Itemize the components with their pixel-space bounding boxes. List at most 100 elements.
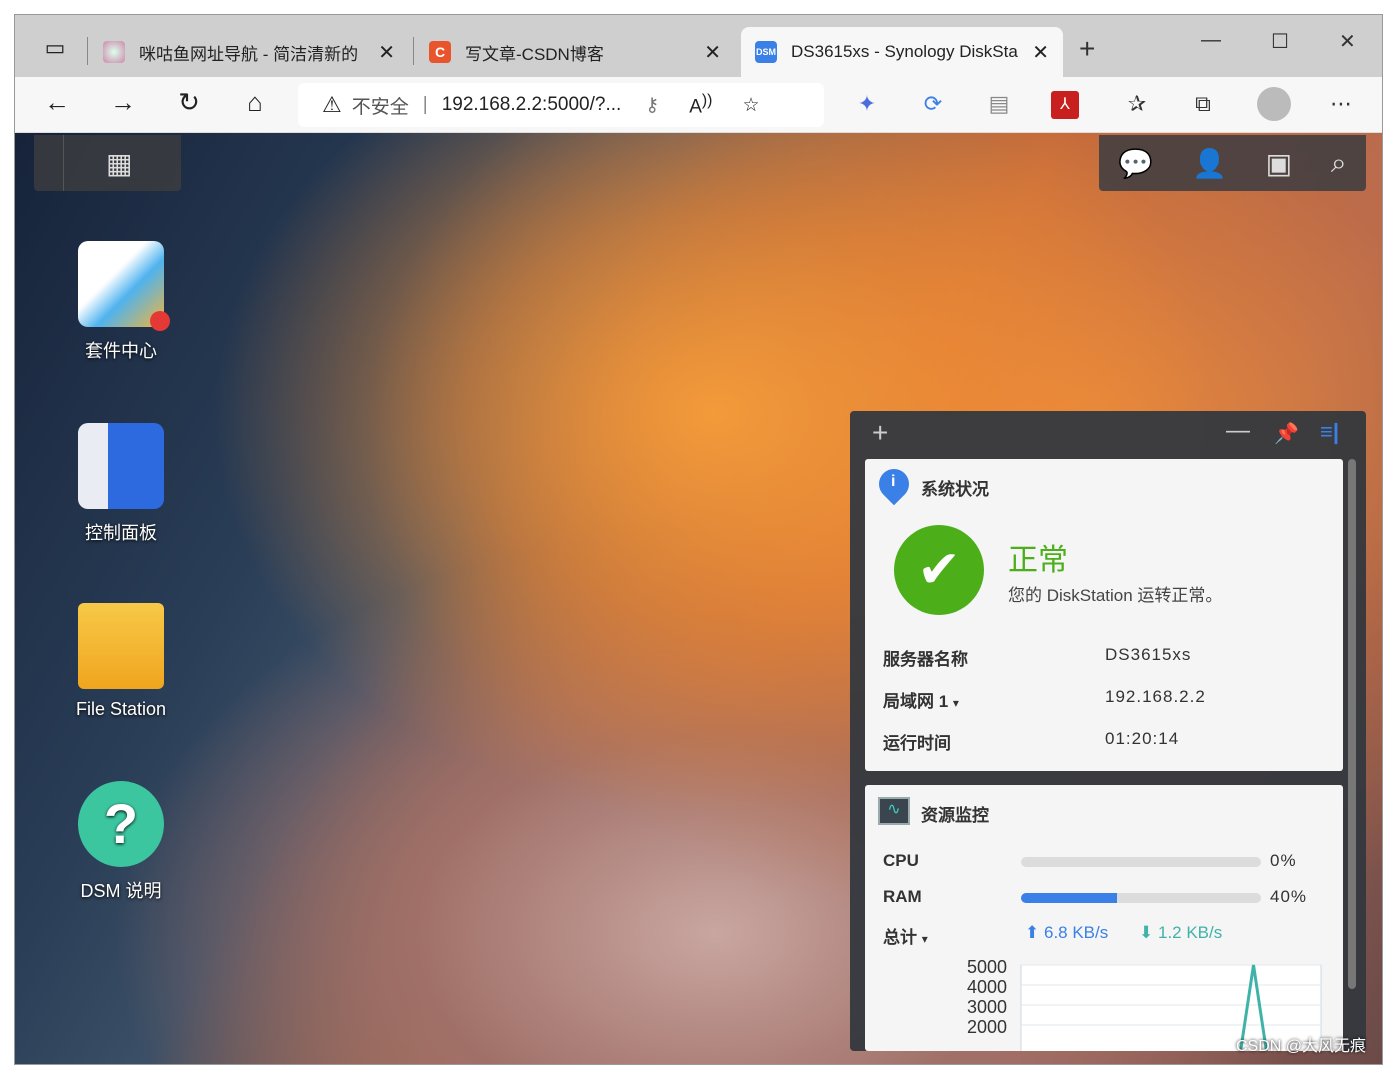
icon-label: File Station <box>75 699 167 719</box>
ram-bar-fill <box>1021 893 1117 903</box>
forward-icon[interactable]: → <box>105 87 141 118</box>
back-icon[interactable]: ← <box>39 87 75 118</box>
cpu-label: CPU <box>883 851 919 870</box>
security-label[interactable]: 不安全 <box>352 92 409 119</box>
status-text: 正常 <box>1008 544 1068 577</box>
desktop-icon-control-panel[interactable]: 控制面板 <box>51 423 191 545</box>
main-menu-bar: ▦ <box>34 135 181 191</box>
card-title: 资源监控 <box>921 806 989 825</box>
desktop-icon-dsm-help[interactable]: ? DSM 说明 <box>51 781 191 903</box>
favorite-add-icon[interactable]: ☆ <box>742 94 759 117</box>
widgets-icon[interactable]: ▣ <box>1266 147 1292 180</box>
network-label: 总计 <box>883 928 917 947</box>
sync-extension-icon[interactable]: ⟳ <box>919 91 947 119</box>
uptime-value: 01:20:14 <box>1105 729 1180 748</box>
close-window-icon[interactable]: ✕ <box>1339 29 1356 54</box>
control-panel-icon <box>78 423 164 509</box>
csdn-favicon: C <box>429 41 451 63</box>
document-icon[interactable]: ▤ <box>985 91 1013 119</box>
download-value: 1.2 KB/s <box>1157 923 1223 942</box>
cpu-bar <box>1021 857 1261 867</box>
watermark: CSDN @大风无痕 <box>1235 1038 1366 1055</box>
ram-bar <box>1021 893 1261 903</box>
collections-icon[interactable]: ⧉ <box>1189 91 1217 119</box>
notification-dot <box>150 311 170 331</box>
server-name-value: DS3615xs <box>1105 645 1192 664</box>
top-right-bar: 💬 👤 ▣ ⌕ <box>1099 135 1366 191</box>
dsm-favicon: DSM <box>755 41 777 63</box>
card-title: 系统状况 <box>921 480 989 499</box>
chat-icon[interactable]: 💬 <box>1118 147 1153 180</box>
refresh-icon[interactable]: ↻ <box>171 87 207 118</box>
new-tab-icon[interactable]: + <box>1079 33 1095 65</box>
main-menu-icon[interactable]: ▦ <box>106 147 132 180</box>
info-icon: i <box>891 473 896 490</box>
menu-divider <box>63 135 64 191</box>
check-icon: ✔ <box>894 525 984 615</box>
pdf-icon[interactable]: ⅄ <box>1051 91 1079 119</box>
upload-value: 6.8 KB/s <box>1043 923 1109 942</box>
tab-title: DS3615xs - Synology DiskSta <box>791 42 1018 61</box>
user-icon[interactable]: 👤 <box>1192 147 1227 180</box>
lan-ip-value: 192.168.2.2 <box>1105 687 1206 706</box>
cpu-value: 0% <box>1270 851 1297 870</box>
read-aloud-icon[interactable]: A)) <box>689 92 712 118</box>
tab-title: 咪咕鱼网址导航 - 简洁清新的 <box>139 44 359 64</box>
network-dropdown[interactable]: 总计 ▾ <box>883 923 928 948</box>
widget-panel: + — 📌 ≡| i 系统状况 ✔ 正常 您的 DiskStation 运转正常… <box>850 411 1366 1051</box>
tab-separator <box>413 37 414 65</box>
dsm-desktop: ▦ 💬 👤 ▣ ⌕ 套件中心 控制面板 File Station ? DSM 说… <box>15 133 1382 1064</box>
favorites-icon[interactable]: ✰ <box>1123 91 1151 119</box>
resource-monitor-icon: ∿ <box>878 797 910 825</box>
maximize-icon[interactable]: ☐ <box>1271 29 1289 54</box>
resource-monitor-card: ∿ 资源监控 CPU 0% RAM 40% 总计 ▾ ⬆ 6.8 KB/s ⬇ … <box>865 785 1343 1051</box>
address-bar[interactable]: ⚠ 不安全 | 192.168.2.2:5000/?... ⚷ A)) ☆ <box>298 83 824 127</box>
tab-actions-icon[interactable]: ▭ <box>37 35 73 61</box>
tab-separator <box>87 37 88 65</box>
download-rate: ⬇ 1.2 KB/s <box>1139 923 1222 943</box>
more-icon[interactable]: ⋯ <box>1327 91 1355 119</box>
globe-favicon <box>103 41 125 63</box>
tab-1[interactable]: 咪咕鱼网址导航 - 简洁清新的 ✕ <box>89 27 409 77</box>
url-text[interactable]: 192.168.2.2:5000/?... <box>442 94 622 116</box>
ram-value: 40% <box>1270 887 1308 906</box>
toolbar: ← → ↻ ⌂ ⚠ 不安全 | 192.168.2.2:5000/?... ⚷ … <box>15 77 1382 133</box>
lan-dropdown[interactable]: 局域网 1 ▾ <box>883 687 959 712</box>
download-arrow-icon: ⬇ <box>1139 923 1154 942</box>
tab-2[interactable]: C 写文章-CSDN博客 ✕ <box>415 27 735 77</box>
pin-icon[interactable]: 📌 <box>1274 421 1299 446</box>
chevron-down-icon: ▾ <box>921 932 928 946</box>
status-description: 您的 DiskStation 运转正常。 <box>1008 586 1223 605</box>
help-icon: ? <box>78 781 164 867</box>
extension-icon[interactable]: ✦ <box>853 91 881 119</box>
scrollbar[interactable] <box>1348 459 1356 989</box>
address-divider: | <box>422 94 428 115</box>
y-tick-label: 5000 <box>967 957 1007 977</box>
profile-avatar[interactable] <box>1257 87 1291 121</box>
tab-bar: ▭ 咪咕鱼网址导航 - 简洁清新的 ✕ C 写文章-CSDN博客 ✕ DSM D… <box>15 15 1382 77</box>
uptime-label: 运行时间 <box>883 734 951 753</box>
tab-title: 写文章-CSDN博客 <box>465 44 604 64</box>
y-tick-label: 3000 <box>967 997 1007 1017</box>
minimize-icon[interactable]: — <box>1201 29 1221 52</box>
minimize-widget-icon[interactable]: — <box>1226 417 1250 445</box>
package-center-icon <box>78 241 170 331</box>
icon-label: DSM 说明 <box>80 881 162 901</box>
key-icon[interactable]: ⚷ <box>645 94 659 117</box>
search-icon[interactable]: ⌕ <box>1331 147 1347 180</box>
home-icon[interactable]: ⌂ <box>237 87 273 118</box>
add-widget-icon[interactable]: + <box>872 417 888 449</box>
close-tab-icon[interactable]: ✕ <box>378 40 395 65</box>
tab-3-active[interactable]: DSM DS3615xs - Synology DiskSta ✕ <box>741 27 1063 77</box>
y-tick-label: 4000 <box>967 977 1007 997</box>
warning-icon: ⚠ <box>322 92 342 117</box>
close-tab-icon[interactable]: ✕ <box>1032 40 1049 65</box>
icon-label: 套件中心 <box>85 341 157 361</box>
upload-rate: ⬆ 6.8 KB/s <box>1025 923 1108 943</box>
desktop-icon-package-center[interactable]: 套件中心 <box>51 241 191 363</box>
file-station-icon <box>78 603 164 689</box>
close-tab-icon[interactable]: ✕ <box>704 40 721 65</box>
y-tick-label: 2000 <box>967 1017 1007 1037</box>
desktop-icon-file-station[interactable]: File Station <box>51 603 191 720</box>
collapse-panel-icon[interactable]: ≡| <box>1320 419 1339 445</box>
